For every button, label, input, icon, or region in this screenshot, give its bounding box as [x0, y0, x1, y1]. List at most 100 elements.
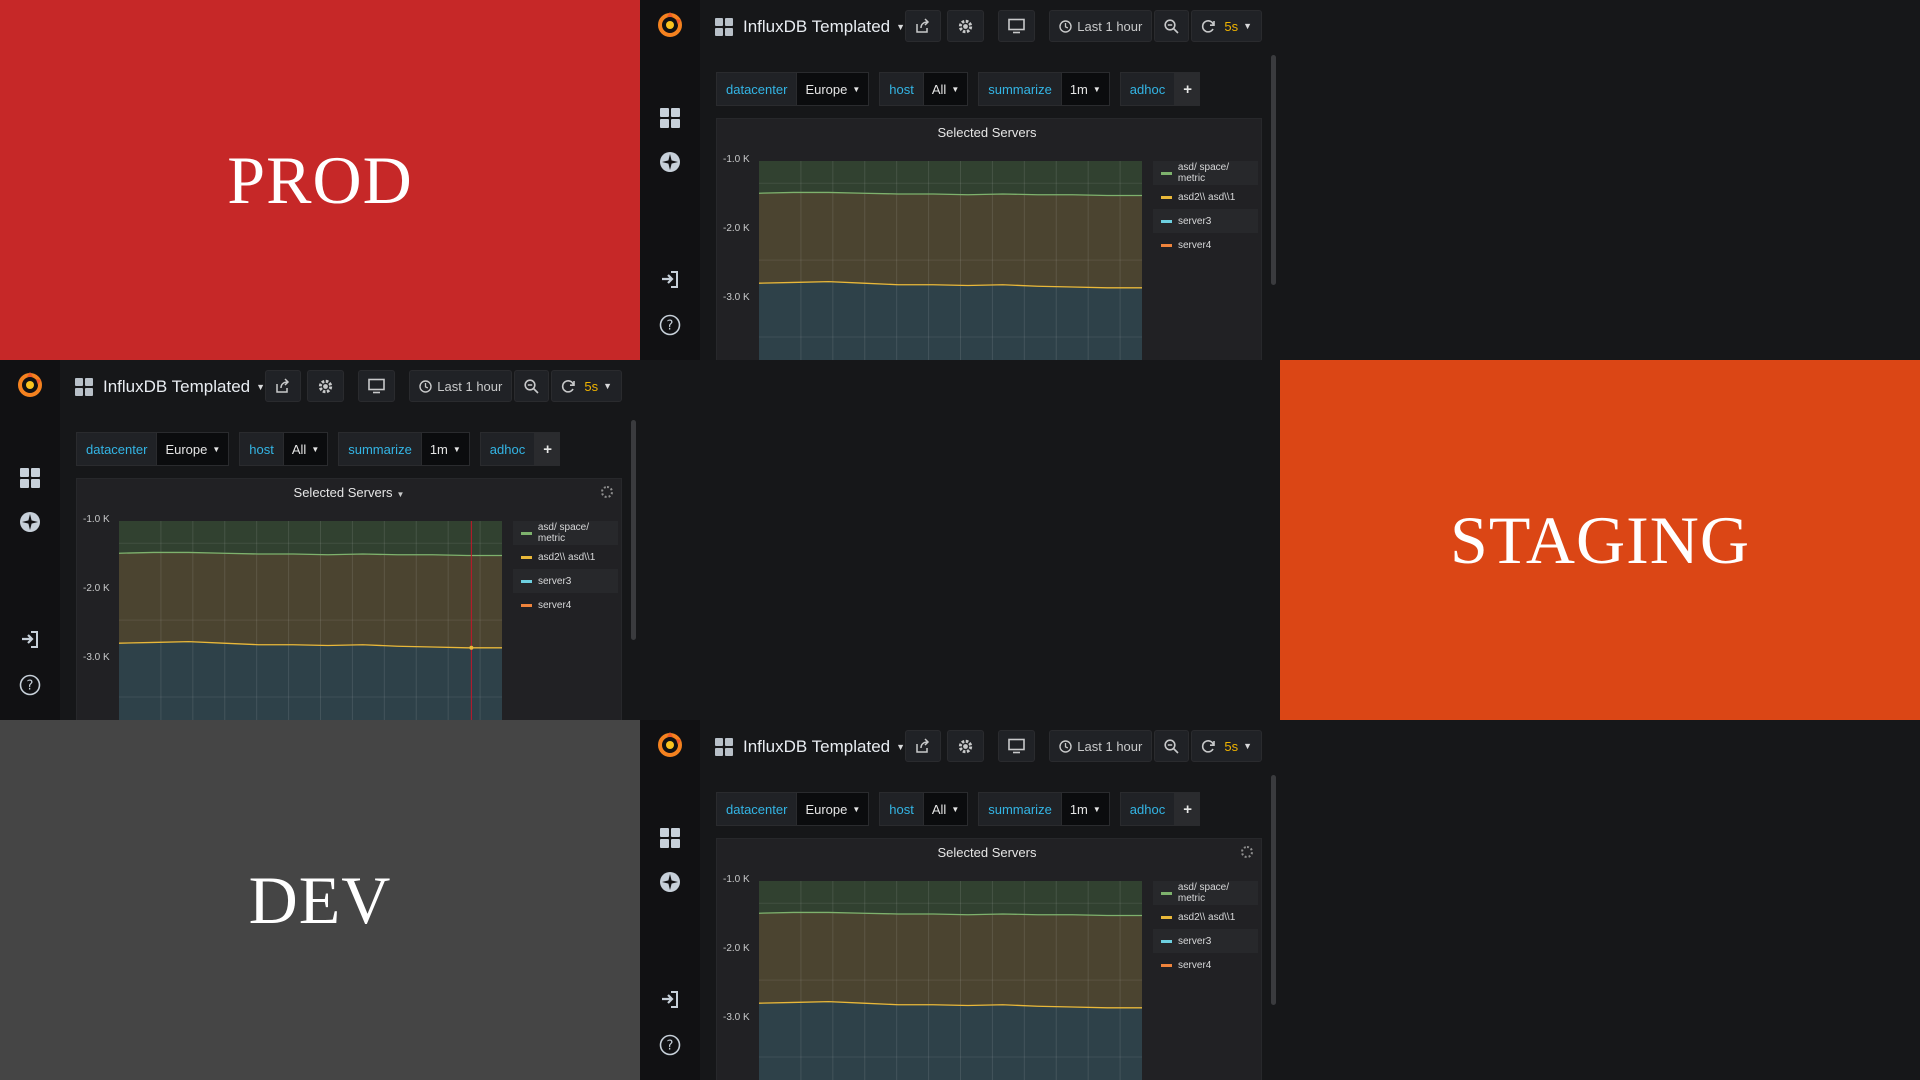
time-picker-button[interactable]: Last 1 hour	[1049, 10, 1153, 42]
graph-plot-area[interactable]	[119, 521, 502, 720]
host-select[interactable]: All ▼	[923, 792, 969, 826]
zoom-out-button[interactable]	[1154, 730, 1190, 762]
nav-buttons: Last 1 hour 5s ▼	[899, 10, 1262, 42]
dashboards-icon[interactable]	[658, 826, 682, 850]
legend-item[interactable]: asd/ space/ metric	[1153, 161, 1258, 185]
variable-label: adhoc	[479, 432, 536, 466]
legend-item[interactable]: server3	[513, 569, 618, 593]
legend-swatch	[1161, 243, 1172, 247]
variable-label: summarize	[978, 72, 1062, 106]
env-banner-prod: PROD	[0, 0, 640, 360]
zoom-out-button[interactable]	[514, 370, 550, 402]
summarize-select[interactable]: 1m ▼	[1061, 792, 1110, 826]
time-picker-button[interactable]: Last 1 hour	[1049, 730, 1153, 762]
adhoc-add-button[interactable]: +	[1175, 72, 1200, 106]
tv-mode-button[interactable]	[998, 730, 1036, 762]
share-button[interactable]	[265, 370, 302, 402]
share-button[interactable]	[905, 10, 942, 42]
legend-label: asd/ space/ metric	[1177, 882, 1230, 904]
caret-down-icon: ▼	[1243, 741, 1252, 751]
settings-button[interactable]	[307, 370, 345, 402]
dashboard-title-bar[interactable]: InfluxDB Templated ▼	[715, 14, 905, 40]
legend-item[interactable]: server3	[1153, 929, 1258, 953]
legend-label: server3	[1178, 215, 1212, 227]
legend-item[interactable]: asd/ space/ metric	[513, 521, 618, 545]
svg-text:?: ?	[667, 1039, 674, 1054]
variable-value: Europe	[165, 441, 208, 457]
legend-item[interactable]: asd/ space/ metric	[1153, 881, 1258, 905]
panel-title[interactable]: Selected Servers	[717, 125, 1261, 140]
dashboards-icon[interactable]	[658, 106, 682, 130]
monitor-icon	[1008, 18, 1026, 34]
tv-mode-button[interactable]	[998, 10, 1036, 42]
legend-item[interactable]: asd2\\ asd\\1	[1153, 185, 1258, 209]
scrollbar[interactable]	[1271, 55, 1276, 285]
dashboard-title: InfluxDB Templated	[743, 17, 891, 36]
caret-down-icon: ▼	[212, 444, 221, 454]
tv-mode-button[interactable]	[358, 370, 396, 402]
legend-item[interactable]: server4	[513, 593, 618, 617]
scrollbar[interactable]	[631, 420, 636, 640]
host-select[interactable]: All ▼	[923, 72, 969, 106]
summarize-select[interactable]: 1m ▼	[1061, 72, 1110, 106]
legend-item[interactable]: asd2\\ asd\\1	[513, 545, 618, 569]
dashboard-title-bar[interactable]: InfluxDB Templated ▼	[715, 734, 905, 760]
variable-adhoc: adhoc +	[1119, 72, 1200, 106]
dashboards-icon[interactable]	[18, 466, 42, 490]
sign-in-icon[interactable]	[18, 628, 42, 652]
datacenter-select[interactable]: Europe ▼	[797, 792, 870, 826]
grafana-logo-icon[interactable]	[15, 370, 45, 400]
explore-icon[interactable]	[658, 150, 682, 174]
help-icon[interactable]: ?	[658, 1033, 682, 1057]
caret-down-icon: ▼	[603, 381, 612, 391]
legend-label: server3	[538, 575, 572, 587]
share-button[interactable]	[905, 730, 942, 762]
refresh-button[interactable]: 5s ▼	[1191, 10, 1262, 42]
graph-plot-area[interactable]	[759, 161, 1142, 360]
refresh-button[interactable]: 5s ▼	[1191, 730, 1262, 762]
area-band-series-2	[759, 1001, 1142, 1080]
summarize-select[interactable]: 1m ▼	[421, 432, 470, 466]
caret-down-icon: ▼	[1243, 21, 1252, 31]
sign-in-icon[interactable]	[658, 988, 682, 1012]
legend-label: server4	[1178, 959, 1212, 971]
legend: asd/ space/ metric asd2\\ asd\\1 server3 se…	[1153, 881, 1258, 977]
variable-value: 1m	[429, 441, 448, 457]
sign-in-icon[interactable]	[658, 268, 682, 292]
adhoc-add-button[interactable]: +	[535, 432, 560, 466]
zoom-out-button[interactable]	[1154, 10, 1190, 42]
grafana-logo-icon[interactable]	[655, 10, 685, 40]
datacenter-select[interactable]: Europe ▼	[797, 72, 870, 106]
legend-item[interactable]: server4	[1153, 953, 1258, 977]
env-label: DEV	[248, 861, 392, 938]
adhoc-add-button[interactable]: +	[1175, 792, 1200, 826]
legend-swatch	[1161, 171, 1172, 175]
dashboard-grid-icon	[715, 738, 733, 756]
dashboard-title-bar[interactable]: InfluxDB Templated ▼	[75, 374, 265, 400]
datacenter-select[interactable]: Europe ▼	[157, 432, 230, 466]
settings-button[interactable]	[947, 730, 985, 762]
scrollbar[interactable]	[1271, 775, 1276, 1005]
explore-icon[interactable]	[658, 870, 682, 894]
explore-icon[interactable]	[18, 510, 42, 534]
graph-plot-area[interactable]	[759, 881, 1142, 1080]
legend-item[interactable]: asd2\\ asd\\1	[1153, 905, 1258, 929]
legend-swatch	[1161, 939, 1172, 943]
legend-label: server3	[1178, 935, 1212, 947]
grafana-logo-icon[interactable]	[655, 730, 685, 760]
y-tick-label: -1.0 K	[83, 514, 110, 525]
legend-item[interactable]: server4	[1153, 233, 1258, 257]
host-select[interactable]: All ▼	[283, 432, 329, 466]
legend-swatch	[521, 531, 532, 535]
help-icon[interactable]: ?	[658, 313, 682, 337]
help-icon[interactable]: ?	[18, 673, 42, 697]
legend-swatch	[521, 555, 532, 559]
panel-menu-caret-icon: ▼	[396, 490, 405, 499]
refresh-icon	[562, 379, 576, 393]
time-picker-button[interactable]: Last 1 hour	[409, 370, 513, 402]
panel-title[interactable]: Selected Servers ▼	[77, 485, 621, 500]
legend-item[interactable]: server3	[1153, 209, 1258, 233]
refresh-button[interactable]: 5s ▼	[551, 370, 622, 402]
settings-button[interactable]	[947, 10, 985, 42]
panel-title[interactable]: Selected Servers	[717, 845, 1261, 860]
